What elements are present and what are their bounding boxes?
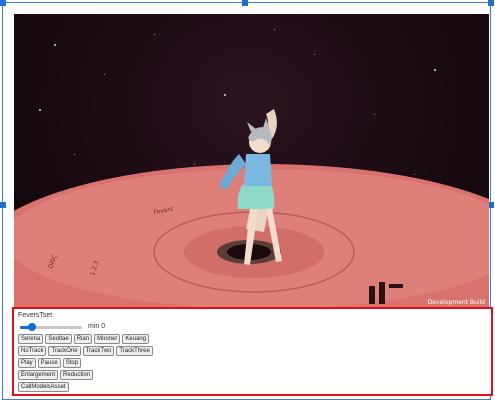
min-slider[interactable]: min 0 bbox=[18, 322, 138, 332]
resize-handle-top-left[interactable] bbox=[0, 0, 6, 6]
panel-title: FeversTset bbox=[18, 312, 53, 319]
slider-thumb[interactable] bbox=[28, 323, 36, 331]
scene-svg: Fevers DISC 1.2.3 bbox=[14, 109, 489, 309]
enlargement-button[interactable]: Enlargement bbox=[18, 370, 59, 380]
trackthree-button[interactable]: TrackThree bbox=[116, 346, 153, 356]
mooner-button[interactable]: Mooner bbox=[94, 334, 121, 344]
asset-button-row: CallModelsAsset bbox=[18, 382, 69, 392]
serena-button[interactable]: Serena bbox=[18, 334, 44, 344]
resize-handle-middle-left[interactable] bbox=[0, 202, 6, 208]
slider-label: min 0 bbox=[88, 323, 106, 330]
rian-button[interactable]: Rian bbox=[73, 334, 93, 344]
tracktwo-button[interactable]: TrackTwo bbox=[82, 346, 115, 356]
game-viewport[interactable]: Fevers DISC 1.2.3 Development Build bbox=[14, 14, 489, 309]
play-button[interactable]: Play bbox=[18, 358, 36, 368]
notrack-button[interactable]: NoTrack bbox=[18, 346, 47, 356]
model-button-row: Serena Seoltae Rian Mooner Keuang bbox=[18, 334, 150, 344]
scale-button-row: Enlargement Reduction bbox=[18, 370, 94, 380]
editor-window: Fevers DISC 1.2.3 Development Build Feve… bbox=[0, 0, 495, 403]
seoltae-button[interactable]: Seoltae bbox=[45, 334, 72, 344]
resize-handle-top-right[interactable] bbox=[488, 0, 494, 6]
development-build-label: Development Build bbox=[427, 299, 485, 306]
resize-handle-top-center[interactable] bbox=[242, 0, 248, 6]
trackone-button[interactable]: TrackOne bbox=[48, 346, 81, 356]
call-models-asset-button[interactable]: CallModelsAsset bbox=[18, 382, 69, 392]
playback-button-row: Play Pause Stop bbox=[18, 358, 82, 368]
keuang-button[interactable]: Keuang bbox=[122, 334, 150, 344]
stop-button[interactable]: Stop bbox=[62, 358, 82, 368]
reduction-button[interactable]: Reduction bbox=[60, 370, 94, 380]
pause-button[interactable]: Pause bbox=[37, 358, 61, 368]
debug-panel: FeversTset min 0 Serena Seoltae Rian Moo… bbox=[12, 307, 493, 396]
track-button-row: NoTrack TrackOne TrackTwo TrackThree bbox=[18, 346, 153, 356]
